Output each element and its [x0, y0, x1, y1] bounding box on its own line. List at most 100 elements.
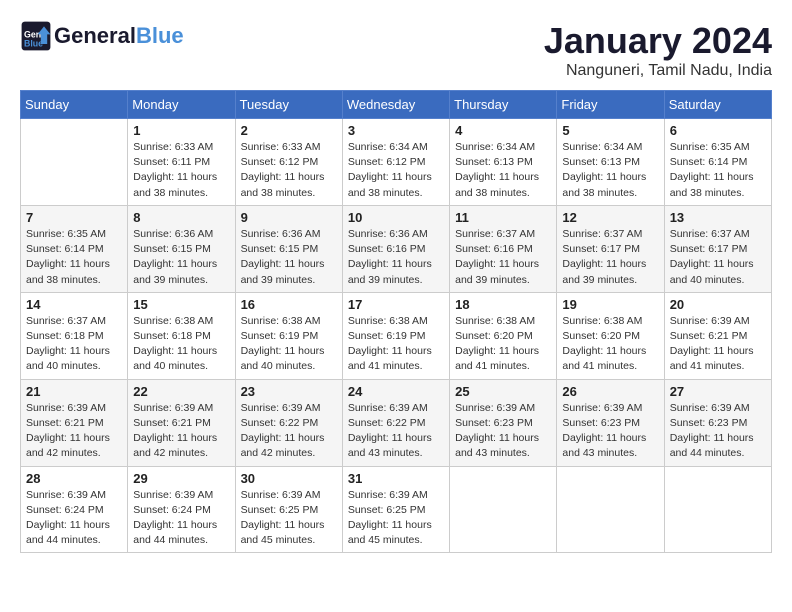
day-number: 25 [455, 384, 551, 399]
title-block: January 2024 Nanguneri, Tamil Nadu, Indi… [544, 20, 772, 80]
day-info: Sunrise: 6:39 AMSunset: 6:22 PMDaylight:… [348, 401, 444, 462]
calendar-cell: 7Sunrise: 6:35 AMSunset: 6:14 PMDaylight… [21, 205, 128, 292]
day-number: 4 [455, 123, 551, 138]
logo-general: General [54, 23, 136, 48]
day-info: Sunrise: 6:33 AMSunset: 6:11 PMDaylight:… [133, 140, 229, 201]
day-number: 27 [670, 384, 766, 399]
day-info: Sunrise: 6:34 AMSunset: 6:13 PMDaylight:… [455, 140, 551, 201]
day-number: 6 [670, 123, 766, 138]
day-number: 30 [241, 471, 337, 486]
calendar-cell: 15 Sunrise: 6:38 AMSunset: 6:18 PMDayligh… [128, 292, 235, 379]
calendar-cell [557, 466, 664, 553]
weekday-monday: Monday [128, 91, 235, 119]
calendar-week-3: 14 Sunrise: 6:37 AMSunset: 6:18 PMDayligh… [21, 292, 772, 379]
calendar-cell: 12 Sunrise: 6:37 AMSunset: 6:17 PMDayligh… [557, 205, 664, 292]
calendar-cell: 8 Sunrise: 6:36 AMSunset: 6:15 PMDaylight… [128, 205, 235, 292]
weekday-friday: Friday [557, 91, 664, 119]
day-info: Sunrise: 6:35 AMSunset: 6:14 PMDaylight:… [26, 227, 122, 288]
calendar-cell [664, 466, 771, 553]
calendar-cell [21, 119, 128, 206]
day-info: Sunrise: 6:39 AMSunset: 6:23 PMDaylight:… [670, 401, 766, 462]
day-info: Sunrise: 6:38 AMSunset: 6:20 PMDaylight:… [455, 314, 551, 375]
calendar-cell: 19Sunrise: 6:38 AMSunset: 6:20 PMDayligh… [557, 292, 664, 379]
calendar-cell: 11 Sunrise: 6:37 AMSunset: 6:16 PMDayligh… [450, 205, 557, 292]
logo-blue: Blue [136, 23, 184, 48]
day-number: 11 [455, 210, 551, 225]
day-info: Sunrise: 6:36 AMSunset: 6:15 PMDaylight:… [241, 227, 337, 288]
calendar-cell: 25Sunrise: 6:39 AMSunset: 6:23 PMDayligh… [450, 379, 557, 466]
day-number: 18 [455, 297, 551, 312]
location-label: Nanguneri, Tamil Nadu, India [544, 62, 772, 80]
day-number: 9 [241, 210, 337, 225]
weekday-saturday: Saturday [664, 91, 771, 119]
day-number: 24 [348, 384, 444, 399]
calendar-cell: 2Sunrise: 6:33 AMSunset: 6:12 PMDaylight… [235, 119, 342, 206]
calendar-cell: 6 Sunrise: 6:35 AMSunset: 6:14 PMDaylight… [664, 119, 771, 206]
day-number: 26 [562, 384, 658, 399]
day-number: 5 [562, 123, 658, 138]
day-info: Sunrise: 6:39 AMSunset: 6:25 PMDaylight:… [348, 488, 444, 549]
weekday-wednesday: Wednesday [342, 91, 449, 119]
calendar-cell: 10Sunrise: 6:36 AMSunset: 6:16 PMDayligh… [342, 205, 449, 292]
calendar-week-5: 28 Sunrise: 6:39 AMSunset: 6:24 PMDayligh… [21, 466, 772, 553]
day-number: 3 [348, 123, 444, 138]
day-info: Sunrise: 6:39 AMSunset: 6:21 PMDaylight:… [133, 401, 229, 462]
weekday-thursday: Thursday [450, 91, 557, 119]
calendar-cell: 24 Sunrise: 6:39 AMSunset: 6:22 PMDayligh… [342, 379, 449, 466]
logo: Gen Blue GeneralBlue [20, 20, 184, 52]
day-info: Sunrise: 6:37 AMSunset: 6:17 PMDaylight:… [562, 227, 658, 288]
day-number: 1 [133, 123, 229, 138]
calendar-body: 1 Sunrise: 6:33 AMSunset: 6:11 PMDaylight… [21, 119, 772, 553]
logo-icon: Gen Blue [20, 20, 52, 52]
day-number: 17 [348, 297, 444, 312]
day-number: 8 [133, 210, 229, 225]
day-info: Sunrise: 6:37 AMSunset: 6:16 PMDaylight:… [455, 227, 551, 288]
day-info: Sunrise: 6:38 AMSunset: 6:19 PMDaylight:… [348, 314, 444, 375]
day-info: Sunrise: 6:38 AMSunset: 6:18 PMDaylight:… [133, 314, 229, 375]
calendar-cell: 23 Sunrise: 6:39 AMSunset: 6:22 PMDayligh… [235, 379, 342, 466]
weekday-header-row: SundayMondayTuesdayWednesdayThursdayFrid… [21, 91, 772, 119]
day-info: Sunrise: 6:34 AMSunset: 6:12 PMDaylight:… [348, 140, 444, 201]
weekday-sunday: Sunday [21, 91, 128, 119]
day-info: Sunrise: 6:39 AMSunset: 6:22 PMDaylight:… [241, 401, 337, 462]
day-number: 31 [348, 471, 444, 486]
calendar-cell: 3 Sunrise: 6:34 AMSunset: 6:12 PMDaylight… [342, 119, 449, 206]
day-info: Sunrise: 6:37 AMSunset: 6:17 PMDaylight:… [670, 227, 766, 288]
day-number: 12 [562, 210, 658, 225]
day-number: 23 [241, 384, 337, 399]
day-info: Sunrise: 6:38 AMSunset: 6:19 PMDaylight:… [241, 314, 337, 375]
day-info: Sunrise: 6:36 AMSunset: 6:15 PMDaylight:… [133, 227, 229, 288]
page-header: Gen Blue GeneralBlue January 2024 Nangun… [20, 20, 772, 80]
day-number: 29 [133, 471, 229, 486]
calendar-cell: 20Sunrise: 6:39 AMSunset: 6:21 PMDayligh… [664, 292, 771, 379]
day-number: 28 [26, 471, 122, 486]
calendar-cell: 28Sunrise: 6:39 AMSunset: 6:24 PMDayligh… [21, 466, 128, 553]
calendar-cell: 27 Sunrise: 6:39 AMSunset: 6:23 PMDayligh… [664, 379, 771, 466]
month-title: January 2024 [544, 20, 772, 62]
calendar-week-2: 7Sunrise: 6:35 AMSunset: 6:14 PMDaylight… [21, 205, 772, 292]
day-info: Sunrise: 6:39 AMSunset: 6:25 PMDaylight:… [241, 488, 337, 549]
day-number: 2 [241, 123, 337, 138]
day-info: Sunrise: 6:39 AMSunset: 6:24 PMDaylight:… [133, 488, 229, 549]
calendar-cell: 30 Sunrise: 6:39 AMSunset: 6:25 PMDayligh… [235, 466, 342, 553]
weekday-tuesday: Tuesday [235, 91, 342, 119]
svg-text:Blue: Blue [24, 38, 43, 48]
day-info: Sunrise: 6:38 AMSunset: 6:20 PMDaylight:… [562, 314, 658, 375]
logo-text: GeneralBlue [54, 24, 184, 48]
calendar-cell: 16Sunrise: 6:38 AMSunset: 6:19 PMDayligh… [235, 292, 342, 379]
calendar-cell: 31 Sunrise: 6:39 AMSunset: 6:25 PMDayligh… [342, 466, 449, 553]
day-number: 15 [133, 297, 229, 312]
day-info: Sunrise: 6:35 AMSunset: 6:14 PMDaylight:… [670, 140, 766, 201]
calendar-cell: 18 Sunrise: 6:38 AMSunset: 6:20 PMDayligh… [450, 292, 557, 379]
day-number: 22 [133, 384, 229, 399]
day-number: 14 [26, 297, 122, 312]
day-info: Sunrise: 6:39 AMSunset: 6:23 PMDaylight:… [562, 401, 658, 462]
day-info: Sunrise: 6:34 AMSunset: 6:13 PMDaylight:… [562, 140, 658, 201]
day-number: 20 [670, 297, 766, 312]
day-number: 13 [670, 210, 766, 225]
calendar-cell: 14 Sunrise: 6:37 AMSunset: 6:18 PMDayligh… [21, 292, 128, 379]
calendar-table: SundayMondayTuesdayWednesdayThursdayFrid… [20, 90, 772, 553]
calendar-cell: 1 Sunrise: 6:33 AMSunset: 6:11 PMDaylight… [128, 119, 235, 206]
day-info: Sunrise: 6:37 AMSunset: 6:18 PMDaylight:… [26, 314, 122, 375]
calendar-cell: 5 Sunrise: 6:34 AMSunset: 6:13 PMDaylight… [557, 119, 664, 206]
